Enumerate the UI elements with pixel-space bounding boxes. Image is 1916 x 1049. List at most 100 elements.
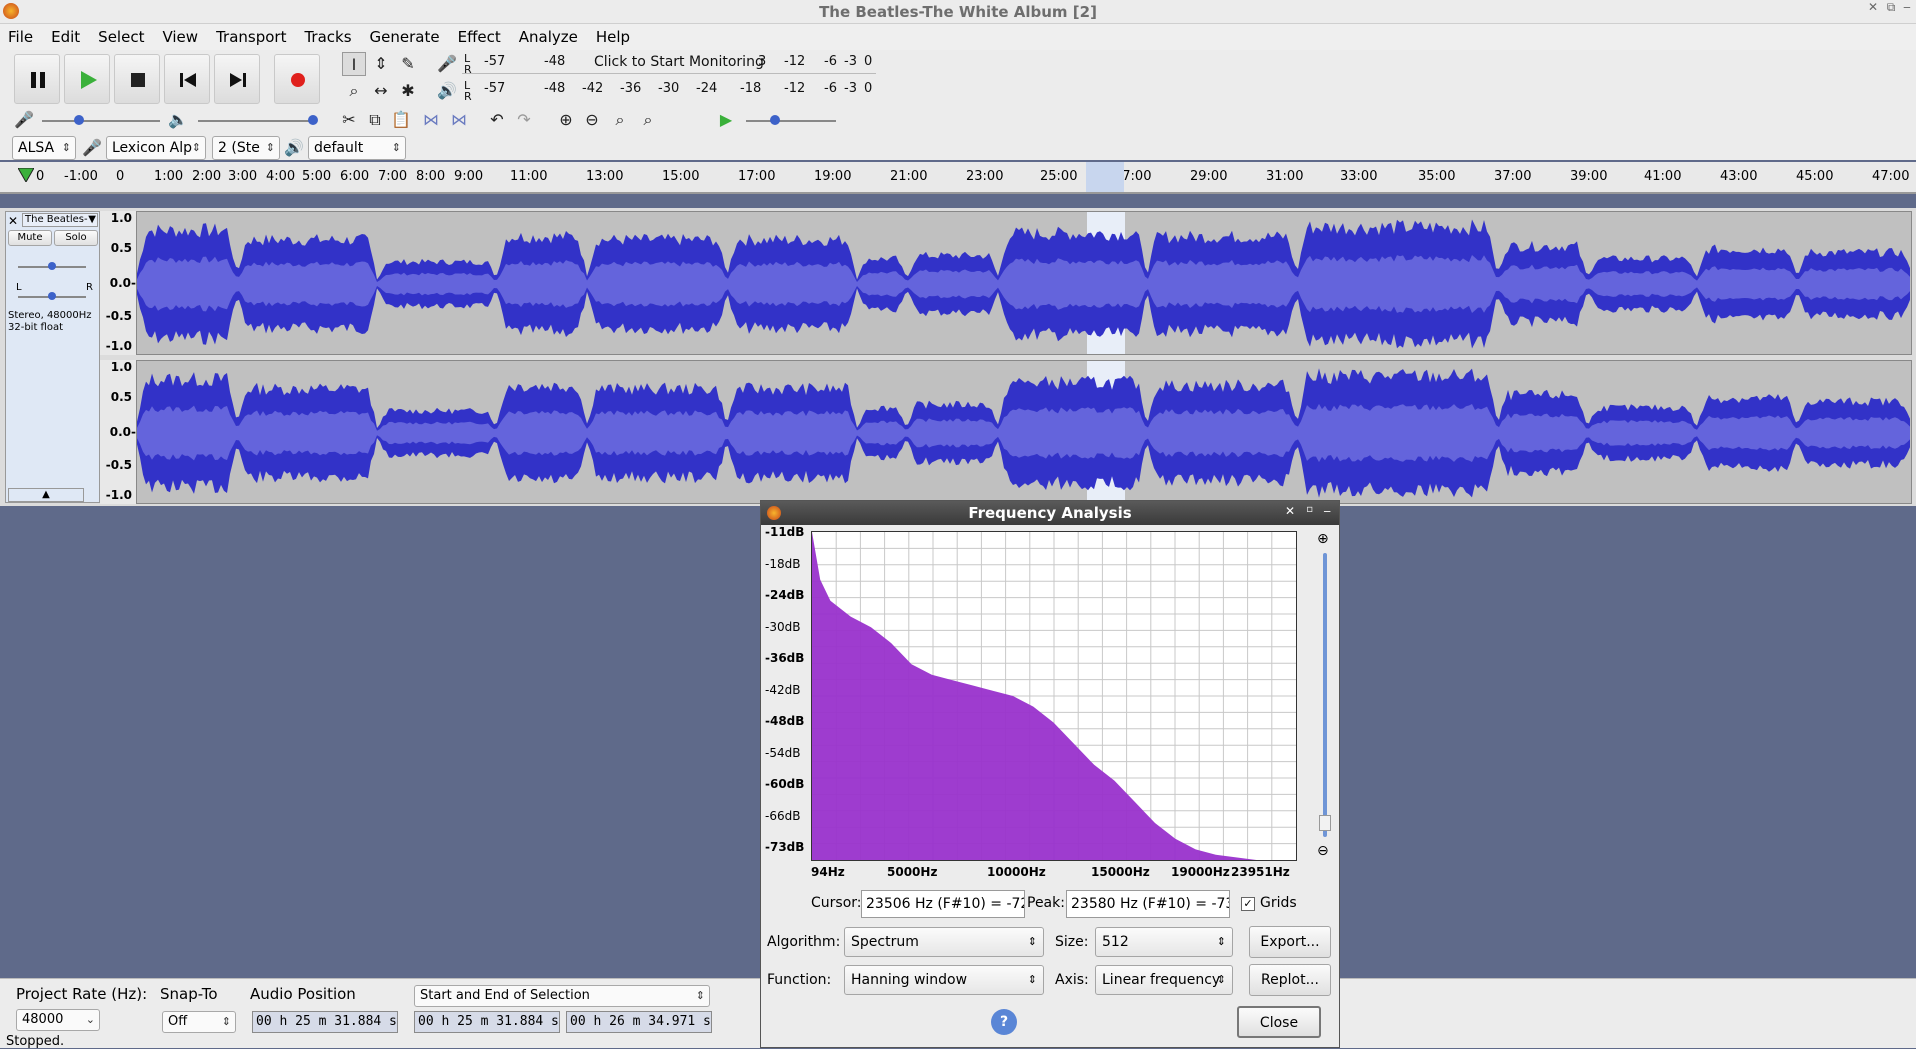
draw-tool-icon[interactable]: ✎	[396, 52, 420, 76]
zoom-in-icon[interactable]: ⊕	[554, 108, 578, 132]
menu-analyze[interactable]: Analyze	[519, 28, 578, 46]
zoom-in-icon[interactable]: ⊕	[1317, 531, 1329, 547]
help-button[interactable]: ?	[991, 1009, 1017, 1035]
selection-region-marker[interactable]	[1086, 162, 1124, 192]
updown-icon: ⇕	[391, 141, 401, 154]
axis-select[interactable]: Linear frequency ⇕	[1095, 965, 1233, 995]
dialog-maximize-icon[interactable]: ▫	[1306, 504, 1313, 515]
algorithm-select[interactable]: Spectrum ⇕	[844, 927, 1044, 957]
restore-window-icon[interactable]: ⧉	[1884, 0, 1898, 15]
snap-to-select[interactable]: Off ⇕	[162, 1011, 236, 1033]
selection-end-field[interactable]: 00 h 26 m 34.971 s	[566, 1011, 712, 1033]
meter-tick: -30	[658, 81, 680, 96]
timeline-ruler[interactable]: 0 -1:00 0 1:00 2:00 3:00 4:00 5:00 6:00 7:00 8:00 9…	[0, 162, 1916, 194]
function-select[interactable]: Hanning window ⇕	[844, 965, 1044, 995]
minimize-window-icon[interactable]: ‒	[1900, 0, 1914, 14]
envelope-tool-icon[interactable]: ⇕	[369, 52, 393, 76]
selection-start-field[interactable]: 00 h 25 m 31.884 s	[414, 1011, 560, 1033]
playback-meter-icon[interactable]: 🔊	[435, 79, 459, 103]
track-name-menu[interactable]: The Beatles- ▼	[22, 213, 98, 227]
close-button[interactable]: Close	[1237, 1006, 1321, 1038]
menu-file[interactable]: File	[8, 28, 33, 46]
ruler-tick-label: 37:00	[1494, 169, 1532, 184]
vertical-zoom-slider[interactable]	[1319, 553, 1331, 837]
menu-transport[interactable]: Transport	[216, 28, 286, 46]
selection-mode-select[interactable]: Start and End of Selection ⇕	[414, 985, 710, 1007]
ruler-tick-label: 7:00	[378, 169, 408, 184]
menu-help[interactable]: Help	[596, 28, 630, 46]
channels-select[interactable]: 2 (Ste ⇕	[212, 136, 280, 160]
input-device-select[interactable]: Lexicon Alp ⇕	[106, 136, 206, 160]
track-close-icon[interactable]: ✕	[8, 214, 18, 228]
ruler-tick-label: 29:00	[1190, 169, 1228, 184]
dropdown-arrow-icon: ⌄	[85, 1013, 95, 1026]
zoom-out-icon[interactable]: ⊖	[1317, 843, 1329, 859]
dialog-minimize-icon[interactable]: ‒	[1323, 504, 1331, 518]
undo-icon[interactable]: ↶	[485, 108, 509, 132]
play-button[interactable]	[64, 54, 110, 104]
spectrum-plot[interactable]	[811, 531, 1297, 861]
menu-tracks[interactable]: Tracks	[304, 28, 351, 46]
play-speed-slider[interactable]	[746, 115, 836, 125]
slider-thumb[interactable]	[1319, 815, 1331, 831]
record-button[interactable]	[274, 54, 320, 104]
copy-icon[interactable]: ⧉	[363, 108, 387, 132]
audio-position-field[interactable]: 00 h 25 m 31.884 s	[252, 1011, 398, 1033]
size-select[interactable]: 512 ⇕	[1095, 927, 1233, 957]
slider-thumb[interactable]	[48, 292, 56, 300]
slider-thumb[interactable]	[74, 115, 84, 125]
updown-icon: ⇕	[1027, 973, 1037, 986]
paste-icon[interactable]: 📋	[389, 108, 413, 132]
play-at-speed-icon[interactable]: ▶	[714, 108, 738, 132]
input-volume-slider[interactable]	[42, 115, 160, 125]
output-volume-slider[interactable]	[198, 115, 318, 125]
start-monitoring-label[interactable]: Click to Start Monitoring	[594, 54, 764, 70]
slider-thumb[interactable]	[770, 115, 780, 125]
zoom-out-icon[interactable]: ⊖	[580, 108, 604, 132]
record-meter[interactable]: L R -57 -48 Click to Start Monitoring 3 …	[462, 52, 876, 76]
pan-left-label: L	[16, 282, 22, 293]
axis-value: Linear frequency	[1102, 972, 1221, 988]
waveform-right-channel[interactable]	[136, 360, 1912, 504]
export-button[interactable]: Export...	[1249, 926, 1331, 958]
function-label: Function:	[767, 972, 832, 988]
trim-icon[interactable]: ⋈	[419, 108, 443, 132]
playback-meter[interactable]: L R -57 -48 -42 -36 -30 -24 -18 -12 -6 -…	[462, 79, 876, 103]
menu-view[interactable]: View	[162, 28, 198, 46]
selection-tool-icon[interactable]: I	[342, 52, 366, 76]
fit-selection-icon[interactable]: ⌕	[608, 108, 632, 132]
menu-edit[interactable]: Edit	[51, 28, 80, 46]
dialog-close-icon[interactable]: ✕	[1285, 504, 1295, 518]
grids-checkbox[interactable]: ✓	[1241, 897, 1255, 911]
collapse-track-button[interactable]: ▲	[8, 488, 84, 502]
gain-slider[interactable]	[18, 262, 86, 270]
multi-tool-icon[interactable]: ✱	[396, 79, 420, 103]
slider-thumb[interactable]	[308, 115, 318, 125]
close-window-icon[interactable]: ✕	[1866, 0, 1880, 14]
output-device-select[interactable]: default ⇕	[308, 136, 406, 160]
timeshift-tool-icon[interactable]: ↔	[369, 79, 393, 103]
fit-project-icon[interactable]: ⌕	[636, 108, 660, 132]
solo-button[interactable]: Solo	[54, 230, 98, 246]
replot-button[interactable]: Replot...	[1249, 964, 1331, 996]
skip-start-button[interactable]	[164, 54, 210, 104]
zoom-tool-icon[interactable]: ⌕	[342, 79, 366, 103]
slider-thumb[interactable]	[48, 262, 56, 270]
menu-generate[interactable]: Generate	[370, 28, 440, 46]
grids-label: Grids	[1260, 895, 1297, 911]
mute-button[interactable]: Mute	[8, 230, 52, 246]
silence-icon[interactable]: ⋈	[447, 108, 471, 132]
pause-button[interactable]	[14, 54, 60, 104]
project-rate-select[interactable]: 48000 ⌄	[16, 1009, 100, 1031]
cut-icon[interactable]: ✂	[337, 108, 361, 132]
menu-select[interactable]: Select	[98, 28, 144, 46]
skip-end-button[interactable]	[214, 54, 260, 104]
redo-icon[interactable]: ↷	[512, 108, 536, 132]
x-tick-label: 23951Hz	[1231, 865, 1290, 879]
stop-button[interactable]	[114, 54, 160, 104]
pan-slider[interactable]	[18, 292, 86, 300]
record-meter-icon[interactable]: 🎤	[435, 52, 459, 76]
audio-host-select[interactable]: ALSA ⇕	[12, 136, 76, 160]
menu-effect[interactable]: Effect	[458, 28, 501, 46]
waveform-left-channel[interactable]	[136, 211, 1912, 355]
